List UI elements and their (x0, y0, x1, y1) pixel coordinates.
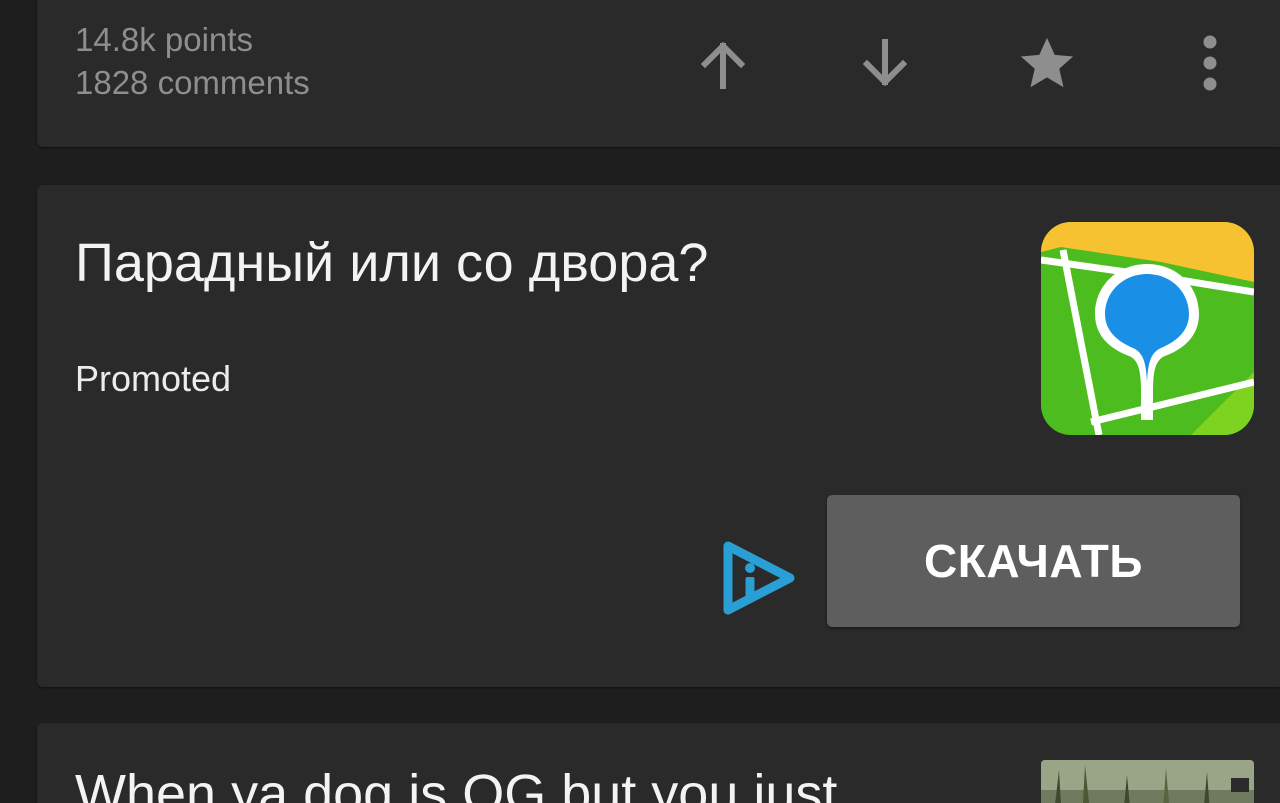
save-button[interactable] (1011, 28, 1083, 100)
post-title[interactable]: When ya dog is OG but you just (75, 761, 837, 803)
star-icon (1020, 37, 1074, 88)
adchoices-icon (723, 541, 795, 615)
more-options-button[interactable] (1174, 28, 1246, 100)
feed: 14.8k points 1828 comments Парадный или … (0, 0, 1280, 803)
more-vertical-icon (1203, 35, 1217, 91)
post-card-next[interactable]: When ya dog is OG but you just (37, 723, 1280, 803)
adchoices-button[interactable] (720, 540, 796, 616)
arrow-up-icon (700, 41, 746, 89)
promoted-title[interactable]: Парадный или со двора? (75, 230, 708, 296)
upvote-button[interactable] (687, 28, 759, 100)
app-icon[interactable] (1041, 222, 1254, 435)
points-count: 14.8k points (75, 21, 253, 58)
map-pin-icon (1041, 222, 1254, 435)
download-button[interactable]: СКАЧАТЬ (827, 495, 1240, 627)
promoted-card[interactable]: Парадный или со двора? Promoted СКАЧАТЬ (37, 185, 1280, 687)
image-thumbnail (1041, 760, 1254, 803)
post-card: 14.8k points 1828 comments (37, 0, 1280, 147)
downvote-button[interactable] (849, 28, 921, 100)
comments-count[interactable]: 1828 comments (75, 61, 310, 104)
post-thumbnail[interactable] (1041, 760, 1254, 803)
post-meta: 14.8k points 1828 comments (75, 18, 310, 104)
promoted-label: Promoted (75, 358, 232, 399)
arrow-down-icon (862, 39, 908, 87)
